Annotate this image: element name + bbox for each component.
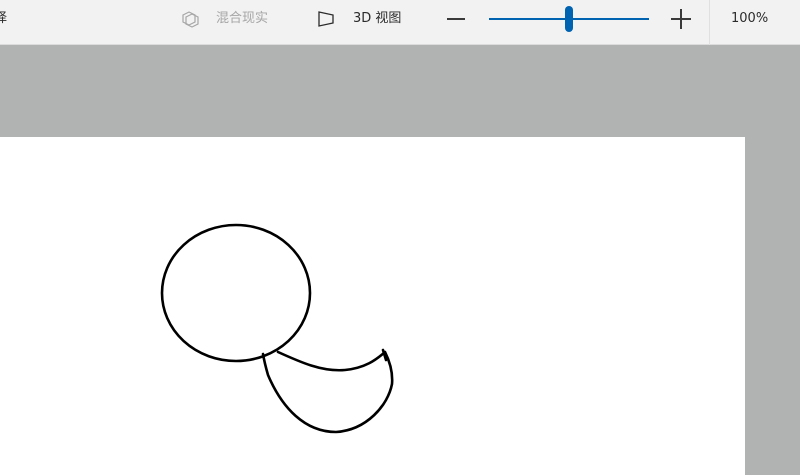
- drawing-strokes: [160, 223, 394, 434]
- leaf-stroke: [261, 350, 394, 434]
- circle-stroke: [160, 223, 312, 363]
